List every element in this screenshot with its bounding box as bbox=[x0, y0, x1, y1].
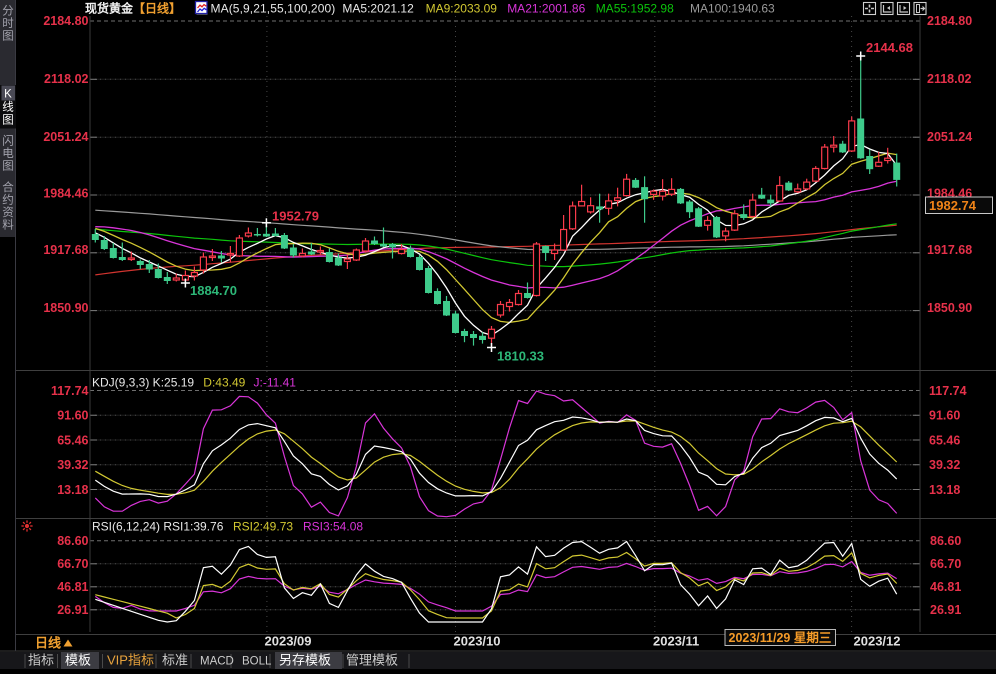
svg-text:VIP指标: VIP指标 bbox=[107, 653, 154, 668]
svg-text:2118.02: 2118.02 bbox=[44, 72, 89, 86]
svg-text:K: K bbox=[4, 89, 12, 101]
svg-text:合: 合 bbox=[2, 180, 14, 194]
svg-text:时: 时 bbox=[2, 17, 14, 30]
svg-text:分: 分 bbox=[2, 5, 14, 18]
svg-text:线: 线 bbox=[2, 100, 14, 114]
svg-text:D:43.49: D:43.49 bbox=[203, 376, 245, 390]
svg-text:117.74: 117.74 bbox=[51, 384, 89, 398]
svg-text:MA21:2001.86: MA21:2001.86 bbox=[507, 2, 585, 16]
svg-text:2118.02: 2118.02 bbox=[927, 72, 972, 86]
svg-text:1884.70: 1884.70 bbox=[190, 283, 237, 298]
svg-text:2184.80: 2184.80 bbox=[927, 14, 972, 28]
svg-text:66.70: 66.70 bbox=[57, 557, 88, 571]
svg-text:约: 约 bbox=[2, 193, 14, 207]
svg-text:日线: 日线 bbox=[35, 636, 61, 651]
svg-text:MACD: MACD bbox=[200, 656, 234, 668]
svg-text:MA55:1952.98: MA55:1952.98 bbox=[596, 2, 674, 16]
svg-text:资: 资 bbox=[2, 206, 14, 219]
svg-text:46.81: 46.81 bbox=[57, 580, 88, 594]
svg-text:2023/10: 2023/10 bbox=[454, 634, 501, 649]
svg-text:KDJ(9,3,3) K:25.19: KDJ(9,3,3) K:25.19 bbox=[92, 376, 194, 390]
svg-text:91.60: 91.60 bbox=[57, 409, 88, 423]
svg-text:模板: 模板 bbox=[65, 653, 91, 668]
svg-text:1917.68: 1917.68 bbox=[43, 243, 88, 257]
svg-text:39.32: 39.32 bbox=[929, 458, 960, 472]
svg-text:2023/11: 2023/11 bbox=[653, 634, 699, 649]
svg-text:另存模板: 另存模板 bbox=[279, 653, 331, 668]
svg-text:1917.68: 1917.68 bbox=[927, 243, 972, 257]
svg-text:1810.33: 1810.33 bbox=[497, 349, 544, 364]
svg-text:26.91: 26.91 bbox=[930, 603, 961, 617]
svg-text:1984.46: 1984.46 bbox=[43, 187, 88, 201]
svg-text:图: 图 bbox=[2, 30, 14, 43]
svg-text:1982.74: 1982.74 bbox=[929, 198, 977, 213]
svg-text:图: 图 bbox=[2, 114, 14, 127]
svg-text:现货黄金: 现货黄金 bbox=[85, 1, 134, 16]
svg-text:2144.68: 2144.68 bbox=[866, 40, 913, 55]
svg-text:料: 料 bbox=[2, 218, 14, 232]
svg-text:86.60: 86.60 bbox=[57, 534, 88, 548]
svg-text:26.91: 26.91 bbox=[57, 603, 88, 617]
svg-text:91.60: 91.60 bbox=[929, 409, 960, 423]
svg-text:1850.90: 1850.90 bbox=[927, 301, 972, 315]
svg-text:2051.24: 2051.24 bbox=[927, 130, 972, 144]
svg-text:2184.80: 2184.80 bbox=[43, 14, 88, 28]
svg-text:RSI2:49.73: RSI2:49.73 bbox=[233, 520, 293, 534]
svg-text:RSI3:54.08: RSI3:54.08 bbox=[303, 520, 363, 534]
svg-text:2023/11/29 星期三: 2023/11/29 星期三 bbox=[729, 630, 832, 645]
svg-text:标准: 标准 bbox=[162, 653, 188, 668]
svg-text:RSI(6,12,24) RSI1:39.76: RSI(6,12,24) RSI1:39.76 bbox=[92, 520, 224, 534]
svg-text:2051.24: 2051.24 bbox=[43, 130, 88, 144]
svg-text:65.46: 65.46 bbox=[929, 433, 960, 447]
svg-text:65.46: 65.46 bbox=[57, 433, 88, 447]
svg-text:117.74: 117.74 bbox=[929, 384, 967, 398]
svg-text:【日线】: 【日线】 bbox=[133, 1, 181, 16]
svg-text:BOLL: BOLL bbox=[242, 656, 272, 668]
svg-text:电: 电 bbox=[2, 147, 14, 160]
svg-text:管理模板: 管理模板 bbox=[346, 653, 398, 668]
svg-text:J:-11.41: J:-11.41 bbox=[254, 376, 297, 390]
svg-text:图: 图 bbox=[2, 160, 14, 173]
svg-text:86.60: 86.60 bbox=[930, 534, 961, 548]
svg-text:闪: 闪 bbox=[2, 134, 14, 148]
svg-text:66.70: 66.70 bbox=[930, 557, 961, 571]
svg-text:MA5:2021.12: MA5:2021.12 bbox=[342, 2, 414, 16]
svg-text:2023/09: 2023/09 bbox=[265, 634, 312, 649]
svg-text:MA9:2033.09: MA9:2033.09 bbox=[426, 2, 498, 16]
svg-text:MA(5,9,21,55,100,200): MA(5,9,21,55,100,200) bbox=[211, 2, 336, 16]
svg-text:1850.90: 1850.90 bbox=[43, 301, 88, 315]
svg-text:2023/12: 2023/12 bbox=[854, 634, 901, 649]
svg-text:13.18: 13.18 bbox=[929, 483, 960, 497]
svg-text:13.18: 13.18 bbox=[57, 483, 88, 497]
svg-text:MA100:1940.63: MA100:1940.63 bbox=[690, 2, 775, 16]
svg-text:46.81: 46.81 bbox=[930, 580, 961, 594]
svg-text:39.32: 39.32 bbox=[57, 458, 88, 472]
svg-text:指标: 指标 bbox=[28, 653, 54, 668]
svg-text:1952.79: 1952.79 bbox=[272, 209, 319, 224]
